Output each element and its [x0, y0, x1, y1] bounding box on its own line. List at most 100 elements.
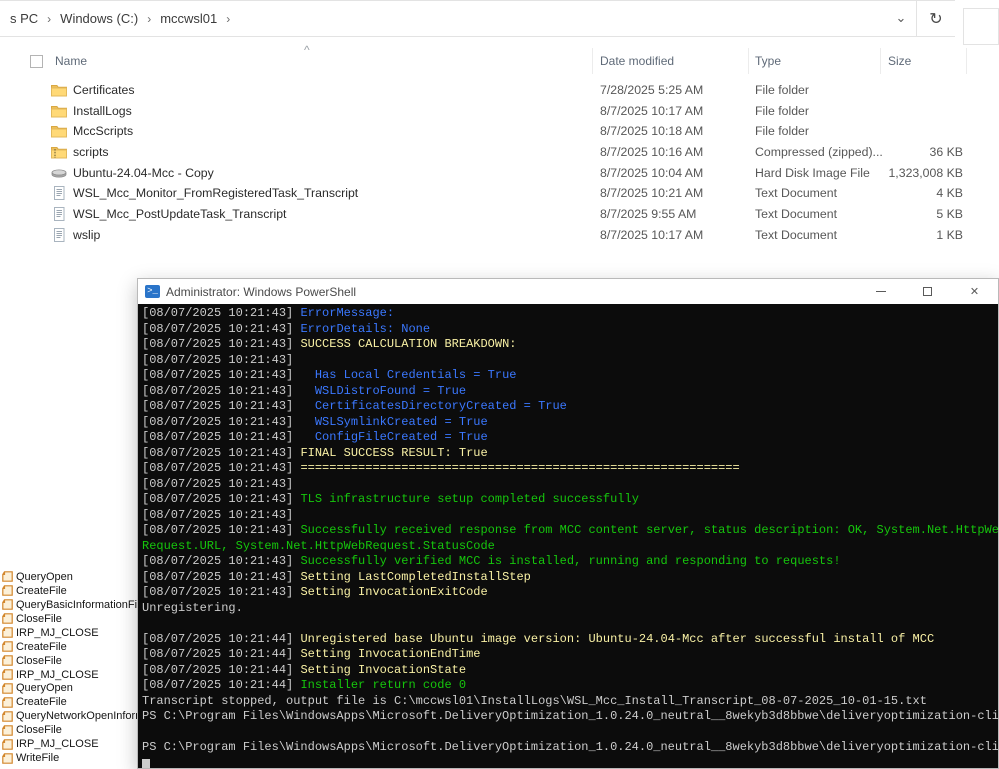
console-line: [08/07/2025 10:21:43] Setting LastComple… — [142, 570, 998, 586]
file-date-modified: 8/7/2025 10:21 AM — [600, 186, 704, 201]
console-line: Request.URL, System.Net.HttpWebRequest.S… — [142, 539, 998, 555]
console-line: [08/07/2025 10:21:44] Unregistered base … — [142, 632, 998, 648]
console-line: [08/07/2025 10:21:43] WSLSymlinkCreated … — [142, 415, 998, 431]
file-operation-icon — [2, 585, 13, 597]
console-text: [08/07/2025 10:21:43] — [142, 507, 294, 522]
file-operation-icon — [2, 571, 13, 583]
console-line: PS C:\Program Files\WindowsApps\Microsof… — [142, 709, 998, 725]
console-cursor — [142, 759, 150, 768]
console-text: Successfully verified MCC is installed, … — [300, 554, 841, 568]
file-row[interactable]: MccScripts 8/7/2025 10:18 AM File folder — [0, 121, 999, 142]
console-text: [08/07/2025 10:21:43] — [142, 399, 301, 413]
procmon-operation-label: QueryBasicInformationFile — [16, 598, 146, 611]
console-text: PS C:\Program Files\WindowsApps\Microsof… — [142, 740, 998, 754]
column-separator — [748, 48, 749, 74]
close-button[interactable]: ✕ — [951, 279, 998, 304]
file-row[interactable]: wslip 8/7/2025 10:17 AM Text Document 1 KB — [0, 225, 999, 246]
file-name: scripts — [73, 145, 109, 160]
file-row[interactable]: WSL_Mcc_PostUpdateTask_Transcript 8/7/202… — [0, 204, 999, 225]
file-operation-icon — [2, 655, 13, 666]
console-line: [08/07/2025 10:21:43] — [142, 353, 998, 369]
file-size: 5 KB — [936, 207, 963, 222]
file-date-modified: 8/7/2025 10:17 AM — [600, 103, 704, 118]
file-date-modified: 8/7/2025 9:55 AM — [600, 207, 697, 222]
maximize-button[interactable] — [904, 279, 951, 304]
file-size: 1 KB — [936, 227, 963, 242]
file-list: Certificates 7/28/2025 5:25 AM File folder… — [0, 80, 999, 246]
console-text: Setting LastCompletedInstallStep — [300, 569, 531, 584]
breadcrumb-item[interactable]: mccwsl01 — [158, 11, 219, 26]
console-text: [08/07/2025 10:21:43] — [142, 461, 301, 475]
console-line: [08/07/2025 10:21:44] Installer return c… — [142, 678, 998, 694]
console-text: ConfigFileCreated = True — [300, 430, 488, 444]
console-line: [08/07/2025 10:21:43] — [142, 508, 998, 524]
console-line: Unregistering. — [142, 601, 998, 617]
procmon-operation-label: IRP_MJ_CLOSE — [16, 626, 99, 639]
console-line: [08/07/2025 10:21:43] Has Local Credenti… — [142, 368, 998, 384]
address-bar[interactable]: s PC › Windows (C:) › mccwsl01 › ⌄ ↻ — [0, 0, 955, 37]
file-size: 4 KB — [936, 186, 963, 201]
maximize-icon — [923, 287, 932, 296]
powershell-titlebar[interactable]: >_ Administrator: Windows PowerShell ✕ — [138, 279, 998, 304]
console-text: [08/07/2025 10:21:44] — [142, 647, 301, 661]
refresh-button[interactable]: ↻ — [916, 1, 955, 36]
file-date-modified: 8/7/2025 10:18 AM — [600, 124, 704, 139]
console-text: Setting InvocationEndTime — [300, 647, 481, 661]
file-size: 36 KB — [929, 145, 964, 160]
file-name: Certificates — [73, 83, 135, 97]
console-text: [08/07/2025 10:21:43] — [142, 585, 301, 599]
console-text: Installer return code 0 — [300, 678, 467, 692]
file-row[interactable]: Ubuntu-24.04-Mcc - Copy 8/7/2025 10:04 AM… — [0, 163, 999, 184]
folder-icon — [51, 104, 67, 118]
minimize-button[interactable] — [857, 279, 904, 304]
close-icon: ✕ — [969, 286, 980, 298]
console-text: [08/07/2025 10:21:43] — [142, 383, 301, 398]
file-name: InstallLogs — [73, 103, 132, 118]
powershell-icon: >_ — [145, 285, 160, 298]
powershell-console[interactable]: [08/07/2025 10:21:43] ErrorMessage: [08/0… — [138, 304, 998, 768]
procmon-operation-label: WriteFile — [16, 752, 60, 765]
file-row[interactable]: Certificates 7/28/2025 5:25 AM File folder — [0, 80, 999, 101]
console-text: [08/07/2025 10:21:44] — [142, 662, 301, 677]
console-text: Unregistered base Ubuntu image version: … — [300, 631, 935, 646]
powershell-window[interactable]: >_ Administrator: Windows PowerShell ✕ [… — [137, 278, 999, 769]
column-header-size[interactable]: Size — [888, 54, 911, 68]
file-operation-icon — [2, 697, 13, 708]
file-date-modified: 7/28/2025 5:25 AM — [600, 83, 704, 97]
folder-icon — [51, 124, 67, 138]
breadcrumb-separator-icon: › — [226, 11, 231, 26]
breadcrumb-item[interactable]: s PC — [8, 11, 40, 26]
chevron-down-icon[interactable]: ⌄ — [888, 1, 914, 36]
console-line: [08/07/2025 10:21:43] CertificatesDirect… — [142, 399, 998, 415]
column-header-type[interactable]: Type — [755, 54, 781, 68]
file-row[interactable]: WSL_Mcc_Monitor_FromRegisteredTask_Trans… — [0, 183, 999, 204]
console-text: CertificatesDirectoryCreated = True — [300, 399, 567, 413]
file-operation-icon — [2, 599, 13, 611]
console-text: ErrorMessage: — [300, 306, 395, 320]
file-row[interactable]: InstallLogs 8/7/2025 10:17 AM File folder — [0, 101, 999, 122]
search-box[interactable] — [963, 8, 999, 45]
column-header-date-modified[interactable]: Date modified — [600, 54, 674, 68]
console-line: [08/07/2025 10:21:43] Successfully recei… — [142, 523, 998, 539]
file-row[interactable]: scripts 8/7/2025 10:16 AM Compressed (zipp… — [0, 142, 999, 163]
console-text: [08/07/2025 10:21:43] — [142, 414, 301, 429]
text-icon — [51, 227, 67, 242]
console-text: Unregistering. — [142, 600, 243, 615]
console-line: Transcript stopped, output file is C:\mc… — [142, 694, 998, 710]
breadcrumb-item[interactable]: Windows (C:) — [58, 11, 140, 26]
file-operation-icon — [2, 738, 13, 750]
file-operation-icon — [2, 627, 13, 639]
text-icon — [51, 207, 67, 222]
column-separator — [592, 48, 593, 74]
column-header-name[interactable]: Name — [55, 54, 87, 68]
console-text: [08/07/2025 10:21:43] — [142, 492, 301, 506]
procmon-operation-label: CloseFile — [16, 724, 62, 737]
file-size: 1,323,008 KB — [888, 165, 963, 180]
select-all-checkbox[interactable] — [30, 55, 43, 68]
file-type: Text Document — [755, 207, 838, 222]
procmon-operation-label: CreateFile — [16, 640, 67, 653]
file-operation-icon — [2, 613, 13, 625]
console-text: Successfully received response from MCC … — [300, 523, 998, 537]
